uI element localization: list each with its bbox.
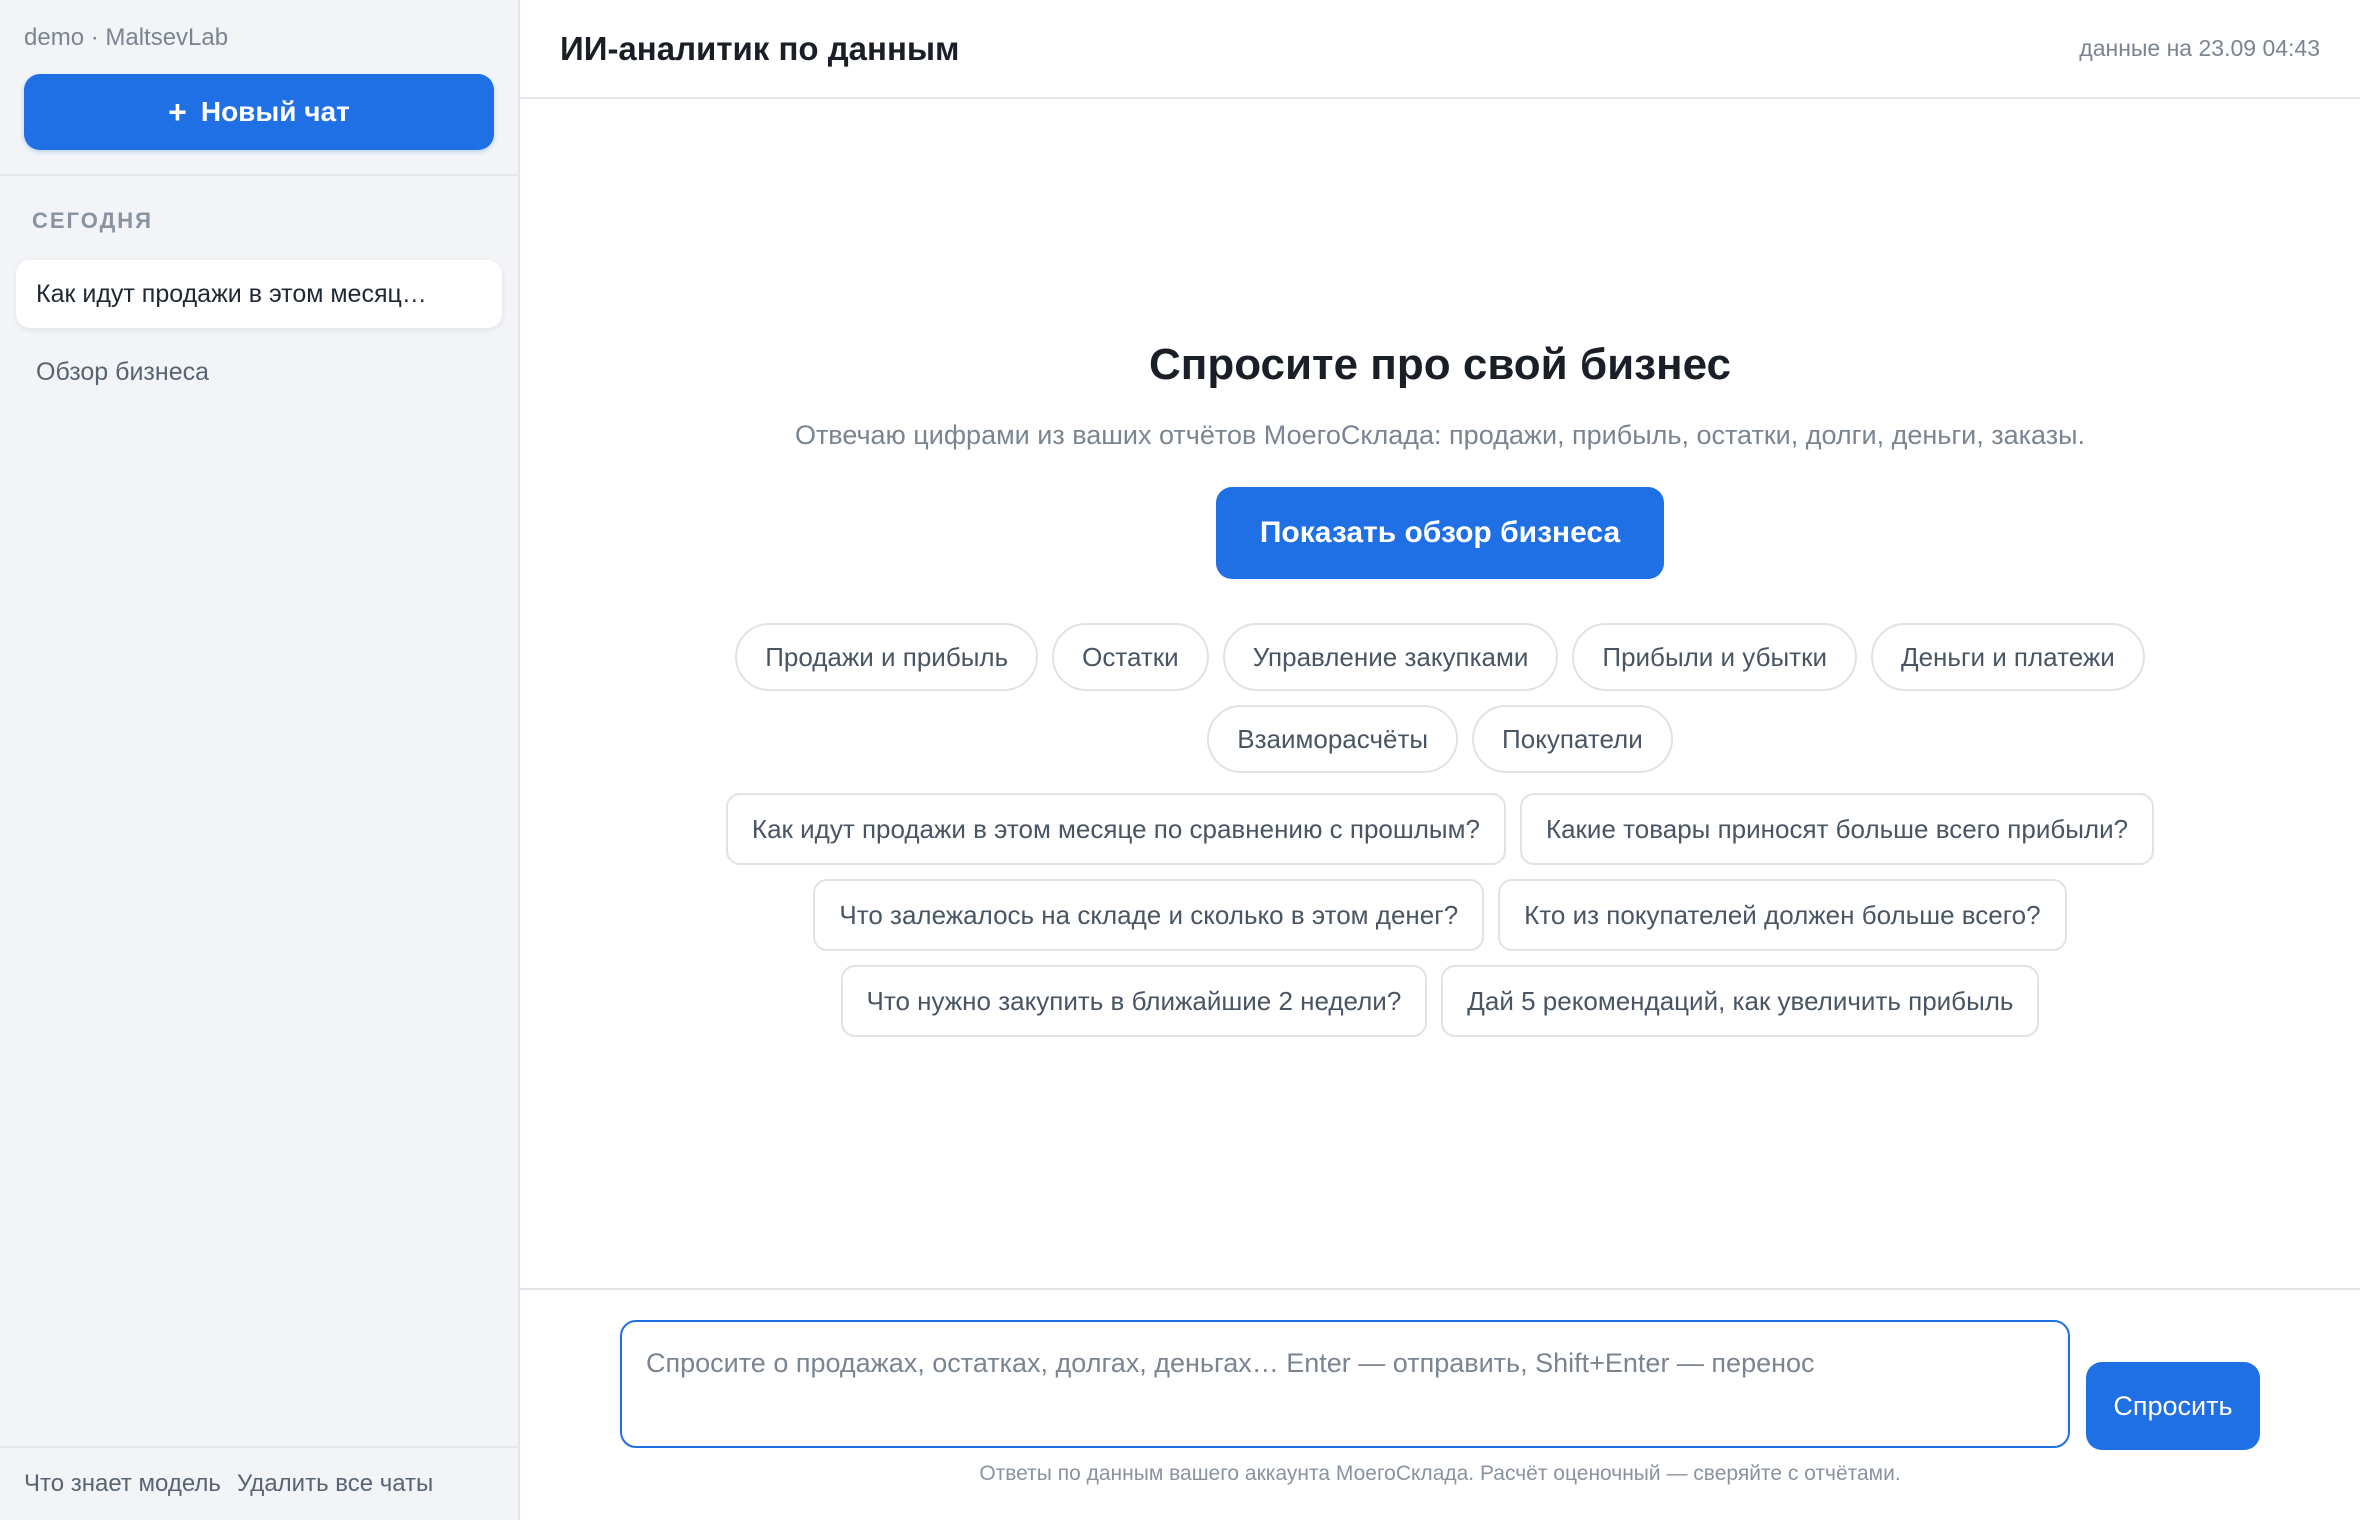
model-info-link[interactable]: Что знает модель: [24, 1470, 221, 1498]
topbar: ИИ-аналитик по данным данные на 23.09 04…: [520, 0, 2360, 99]
ask-button[interactable]: Спросить: [2086, 1362, 2260, 1450]
sidebar-footer: Что знает модель Удалить все чаты: [0, 1446, 518, 1520]
empty-state: Спросите про свой бизнес Отвечаю цифрами…: [520, 340, 2360, 1037]
topic-chip-stock[interactable]: Остатки: [1052, 623, 1209, 691]
question-input[interactable]: [620, 1320, 2070, 1448]
app-window: demo · MaltsevLab + Новый чат СЕГОДНЯ Ка…: [0, 0, 2360, 1520]
delete-all-chats-link[interactable]: Удалить все чаты: [237, 1470, 433, 1498]
disclaimer-text: Ответы по данным вашего аккаунта МоегоСк…: [979, 1462, 1901, 1485]
section-today-label: СЕГОДНЯ: [32, 208, 153, 233]
account-label: demo · MaltsevLab: [24, 24, 229, 51]
suggested-question[interactable]: Как идут продажи в этом месяце по сравне…: [725, 793, 1506, 865]
show-overview-button[interactable]: Показать обзор бизнеса: [1215, 487, 1665, 579]
topic-chip-money-payments[interactable]: Деньги и платежи: [1870, 623, 2145, 691]
topic-chip-sales-profit[interactable]: Продажи и прибыль: [735, 623, 1039, 691]
hero-subtitle: Отвечаю цифрами из ваших отчётов МоегоСк…: [794, 420, 2086, 450]
topic-chip-purchasing[interactable]: Управление закупками: [1222, 623, 1559, 691]
composer: Спросить Ответы по данным вашего аккаунт…: [520, 1288, 2360, 1520]
topic-chip-profit-loss[interactable]: Прибыли и убытки: [1572, 623, 1857, 691]
data-date-label: данные на 23.09 04:43: [2079, 35, 2320, 61]
topic-chips: Продажи и прибыль Остатки Управление зак…: [710, 623, 2170, 773]
sidebar: demo · MaltsevLab + Новый чат СЕГОДНЯ Ка…: [0, 0, 520, 1520]
topic-chip-customers[interactable]: Покупатели: [1472, 705, 1673, 773]
suggested-question[interactable]: Какие товары приносят больше всего прибы…: [1519, 793, 2155, 865]
page-title: ИИ-аналитик по данным: [560, 29, 960, 67]
chat-item-business-overview[interactable]: Обзор бизнеса: [16, 338, 502, 406]
hero-title: Спросите про свой бизнес: [1149, 340, 1731, 389]
suggested-question[interactable]: Что залежалось на складе и сколько в это…: [813, 879, 1485, 951]
suggested-question[interactable]: Кто из покупателей должен больше всего?: [1498, 879, 2067, 951]
plus-icon: +: [168, 94, 187, 130]
main-panel: ИИ-аналитик по данным данные на 23.09 04…: [520, 0, 2360, 1520]
new-chat-label: Новый чат: [200, 96, 350, 127]
new-chat-button[interactable]: + Новый чат: [24, 74, 494, 150]
chat-item-sales-month[interactable]: Как идут продажи в этом месяц…: [16, 260, 502, 328]
suggested-questions: Как идут продажи в этом месяце по сравне…: [710, 793, 2170, 1037]
suggested-question[interactable]: Что нужно закупить в ближайшие 2 недели?: [840, 965, 1428, 1037]
topic-chip-settlements[interactable]: Взаиморасчёты: [1207, 705, 1459, 773]
chat-item-label: Как идут продажи в этом месяц…: [36, 279, 427, 308]
chat-item-label: Обзор бизнеса: [36, 357, 210, 386]
suggested-question[interactable]: Дай 5 рекомендаций, как увеличить прибыл…: [1441, 965, 2040, 1037]
